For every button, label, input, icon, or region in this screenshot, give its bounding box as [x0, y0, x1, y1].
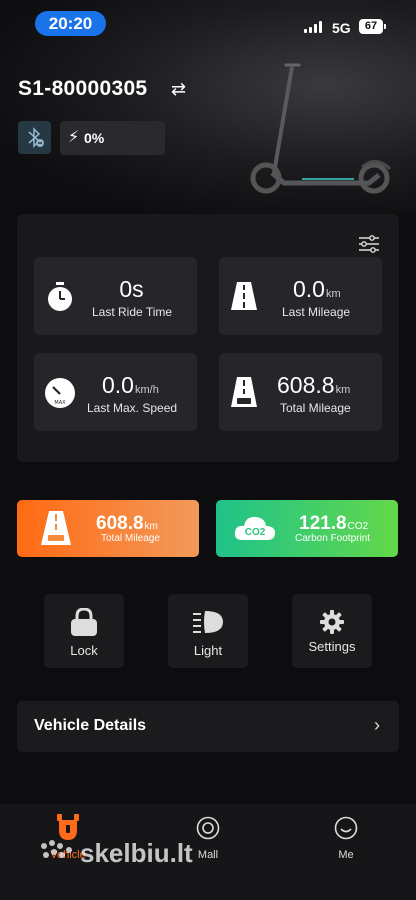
mileage-label: Total Mileage [101, 533, 160, 544]
stat-value: 0.0 [293, 276, 325, 302]
watermark: skelbiu.lt [40, 838, 193, 869]
watermark-logo-icon [40, 838, 74, 860]
filter-settings-icon[interactable] [358, 233, 380, 255]
vehicle-details-row[interactable]: Vehicle Details › [17, 701, 399, 752]
cloud-icon-label: CO2 [245, 527, 266, 538]
mileage-unit: km [144, 521, 158, 532]
stat-value: 0s [119, 276, 144, 302]
stat-label: Total Mileage [280, 401, 351, 415]
watermark-text: skelbiu.lt [80, 838, 193, 868]
cloud-icon: CO2 [234, 516, 275, 540]
stat-unit: km [335, 384, 351, 396]
vehicle-details-title: Vehicle Details [34, 717, 147, 734]
light-label: Light [193, 643, 223, 658]
charge-status: ⚡ 0% [60, 121, 165, 155]
stat-value: 608.8 [277, 372, 335, 398]
road-icon [231, 377, 257, 407]
lock-button[interactable]: Lock [44, 594, 124, 668]
mileage-value: 608.8 [96, 513, 144, 534]
stat-label: Last Ride Time [92, 305, 173, 319]
stat-last-max-speed: MAX 0.0km/h Last Max. Speed [34, 353, 197, 431]
signal-icon [304, 21, 326, 33]
stat-value: 0.0 [102, 372, 134, 398]
charge-percent: 0% [84, 130, 105, 146]
switch-vehicle-icon[interactable]: ⇄ [171, 79, 186, 100]
stat-unit: km/h [134, 384, 159, 396]
stat-total-mileage: 608.8km Total Mileage [219, 353, 382, 431]
network-type: 5G [332, 20, 351, 36]
settings-label: Settings [308, 639, 356, 654]
vehicle-id: S1-80000305 [18, 77, 148, 100]
carbon-value: 121.8 [299, 513, 347, 534]
profile-icon [334, 816, 358, 840]
road-icon [231, 282, 257, 310]
settings-button[interactable]: Settings [292, 594, 372, 668]
lock-label: Lock [70, 643, 98, 658]
road-icon [41, 511, 71, 545]
total-mileage-card[interactable]: 608.8km Total Mileage [17, 500, 199, 557]
carbon-label: Carbon Footprint [295, 533, 371, 544]
carbon-footprint-card[interactable]: CO2 121.8CO2 Carbon Footprint [216, 500, 398, 557]
speedometer-icon: MAX [45, 378, 75, 408]
nav-me[interactable]: Me [306, 804, 386, 874]
nav-me-label: Me [338, 849, 354, 861]
lock-icon [71, 608, 97, 636]
chevron-right-icon: › [374, 715, 380, 735]
mall-icon [196, 816, 220, 840]
light-button[interactable]: Light [168, 594, 248, 668]
carbon-unit: CO2 [347, 521, 369, 532]
gear-icon [320, 610, 344, 634]
bolt-icon: ⚡ [68, 129, 80, 146]
headlight-icon [193, 611, 223, 633]
status-time: 20:20 [35, 11, 106, 36]
stat-last-mileage: 0.0km Last Mileage [219, 257, 382, 335]
bluetooth-icon[interactable] [18, 121, 51, 154]
battery-icon: 67 [359, 19, 386, 34]
stat-last-ride-time: 0s Last Ride Time [34, 257, 197, 335]
stat-unit: km [325, 288, 341, 300]
stat-label: Last Mileage [282, 305, 351, 319]
svg-text:MAX: MAX [54, 400, 66, 406]
stat-label: Last Max. Speed [87, 401, 178, 415]
scooter-image [250, 63, 392, 194]
